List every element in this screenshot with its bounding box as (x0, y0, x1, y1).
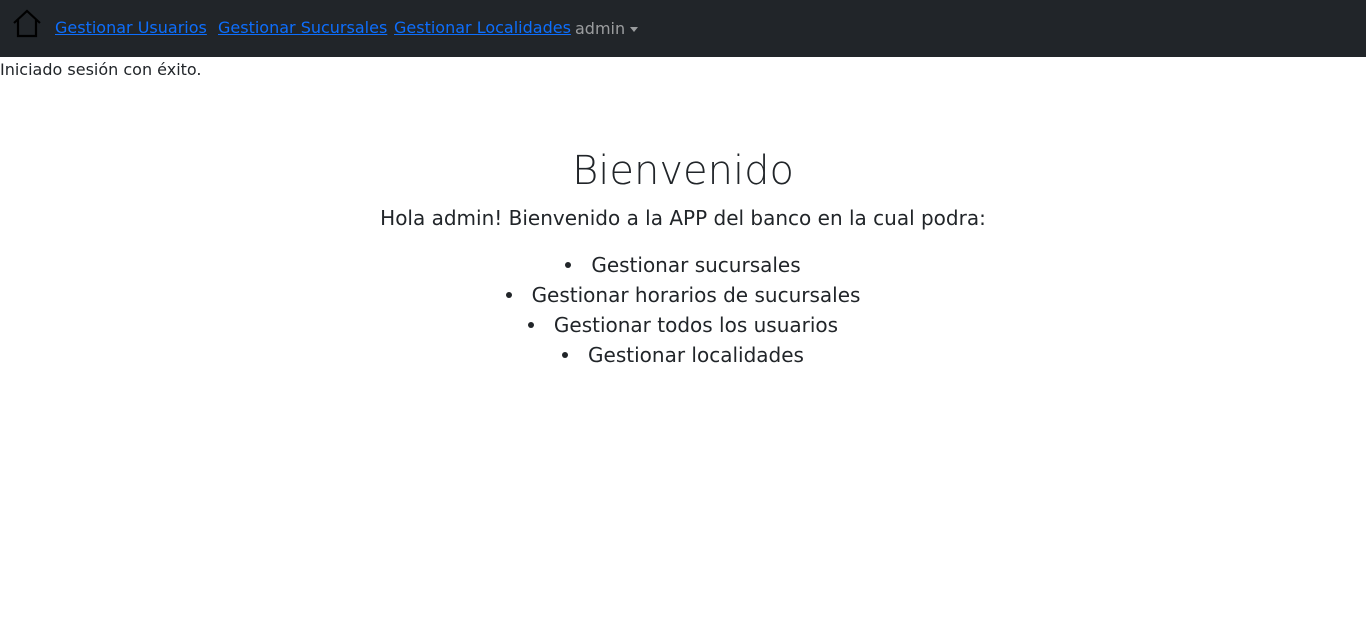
feature-list: Gestionar sucursales Gestionar horarios … (0, 250, 1366, 370)
bullet-icon (565, 261, 572, 268)
nav-link-manage-users[interactable]: Gestionar Usuarios (55, 18, 207, 38)
nav-link-manage-localities[interactable]: Gestionar Localidades (394, 18, 571, 38)
page-title: Bienvenido (572, 148, 794, 194)
feature-label: Gestionar todos los usuarios (553, 313, 839, 337)
list-item: Gestionar localidades (0, 340, 1366, 370)
login-success-message: Iniciado sesión con éxito. (0, 60, 202, 79)
list-item: Gestionar sucursales (0, 250, 1366, 280)
welcome-intro: Hola admin! Bienvenido a la APP del banc… (380, 206, 986, 230)
home-icon (11, 8, 43, 40)
bullet-icon (505, 291, 512, 298)
user-menu-dropdown[interactable]: admin (575, 19, 639, 39)
top-navbar: Gestionar Usuarios Gestionar Sucursales … (0, 0, 1366, 57)
feature-label: Gestionar sucursales (591, 253, 801, 277)
bullet-icon (527, 321, 534, 328)
home-link[interactable] (11, 8, 43, 40)
bullet-icon (562, 351, 569, 358)
list-item: Gestionar horarios de sucursales (0, 280, 1366, 310)
feature-label: Gestionar localidades (588, 343, 804, 367)
nav-link-manage-branches[interactable]: Gestionar Sucursales (218, 18, 387, 38)
user-menu-label: admin (575, 19, 626, 38)
list-item: Gestionar todos los usuarios (0, 310, 1366, 340)
feature-label: Gestionar horarios de sucursales (531, 283, 861, 307)
caret-down-icon (630, 26, 639, 32)
